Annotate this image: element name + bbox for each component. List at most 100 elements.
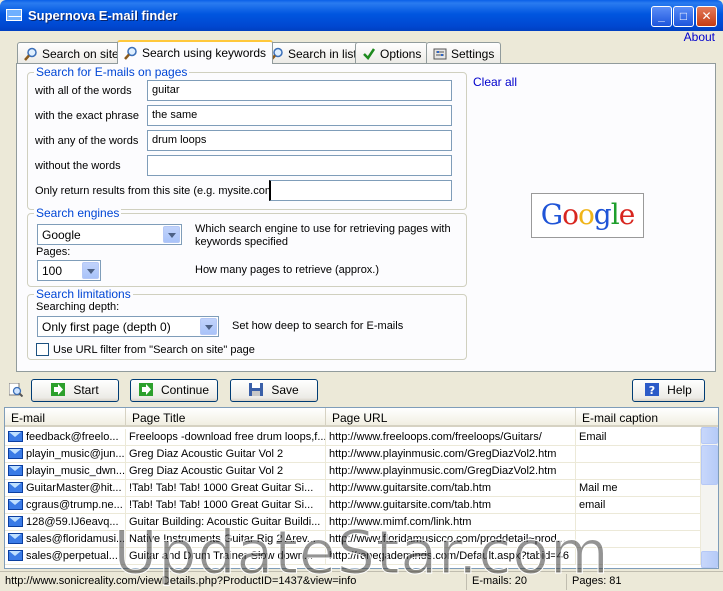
magnifier-icon [24,47,37,61]
help-icon: ? [645,383,660,396]
table-row[interactable]: feedback@freelo... Freeloops -download fr… [5,429,701,446]
checkmark-icon [363,48,376,60]
site-only-input[interactable] [269,180,452,201]
tab-search-on-site[interactable]: Search on site [17,42,126,63]
any-words-input[interactable]: drum loops [147,130,452,151]
settings-icon [433,48,447,60]
scroll-thumb[interactable] [701,445,718,485]
without-words-label: without the words [35,160,121,172]
envelope-icon [8,516,23,527]
tab-settings[interactable]: Settings [426,42,502,63]
floppy-disk-icon [249,383,264,396]
chevron-down-icon[interactable] [82,262,99,279]
table-row[interactable]: playin_music@jun... Greg Diaz Acoustic Gu… [5,446,701,463]
main-window: Supernova E-mail finder _ □ ✕ About Sear… [0,0,723,591]
page-url-cell: http://www.floridamusicco.com/proddetail… [326,531,576,548]
table-row[interactable]: GuitarMaster@hit... !Tab! Tab! Tab! 1000 … [5,480,701,497]
email-caption-cell: Mail me [576,480,701,497]
engine-select[interactable]: Google [37,224,182,245]
email-caption-cell [576,446,701,463]
scroll-down-button[interactable] [701,551,718,568]
title-bar[interactable]: Supernova E-mail finder _ □ ✕ [0,0,723,31]
pages-label: Pages: [36,246,71,258]
exact-phrase-input[interactable]: the same [147,105,452,126]
table-row[interactable]: sales@perpetual... Guitar and Drum Traine… [5,548,701,565]
email-caption-cell [576,463,701,480]
help-button[interactable]: ? Help [632,379,705,402]
column-header-email-caption[interactable]: E-mail caption [576,408,718,427]
arrow-right-icon [138,383,153,396]
email-cell: playin_music_dwn... [5,463,126,480]
email-caption-cell [576,548,701,565]
page-title-cell: Greg Diaz Acoustic Guitar Vol 2 [126,446,326,463]
group-title: Search for E-mails on pages [34,65,190,79]
depth-description: Set how deep to search for E-mails [232,320,404,332]
status-url: http://www.sonicreality.com/viewDetails.… [5,575,357,587]
page-title-cell: Freeloops -download free drum loops,f... [126,429,326,446]
save-button[interactable]: Save [230,379,318,402]
envelope-icon [8,431,23,442]
envelope-icon [8,465,23,476]
page-title-cell: Guitar Building: Acoustic Guitar Buildi.… [126,514,326,531]
results-table[interactable]: E-mail Page Title Page URL E-mail captio… [4,407,719,569]
page-title-cell: Guitar and Drum Trainer Slow down... [126,548,326,565]
all-words-input[interactable]: guitar [147,80,452,101]
status-pages-count: Pages: 81 [566,574,666,590]
table-row[interactable]: 128@59.IJ6eavq... Guitar Building: Acoust… [5,514,701,531]
email-cell: playin_music@jun... [5,446,126,463]
tab-search-in-list[interactable]: Search in list [263,42,364,63]
search-limitations-group: Search limitations Searching depth: Only… [27,287,467,360]
clear-all-link[interactable]: Clear all [473,75,517,89]
scroll-up-button[interactable] [701,427,718,444]
group-title: Search limitations [34,287,133,301]
tab-search-using-keywords[interactable]: Search using keywords [117,40,274,64]
url-filter-checkbox[interactable] [36,343,49,356]
arrow-right-icon [51,383,66,396]
chevron-down-icon[interactable] [200,318,217,335]
column-header-email[interactable]: E-mail [5,408,126,427]
envelope-icon [6,9,22,21]
maximize-button[interactable]: □ [673,6,694,27]
email-caption-cell [576,514,701,531]
email-cell: cgraus@trump.ne... [5,497,126,514]
search-pages-group: Search for E-mails on pages with all of … [27,65,467,210]
page-title-cell: !Tab! Tab! Tab! 1000 Great Guitar Si... [126,497,326,514]
magnifier-icon [124,46,137,60]
table-row[interactable]: sales@floridamusi... Native Instruments G… [5,531,701,548]
continue-button[interactable]: Continue [130,379,218,402]
email-cell: 128@59.IJ6eavq... [5,514,126,531]
depth-select[interactable]: Only first page (depth 0) [37,316,219,337]
google-logo: Google [531,193,644,238]
start-button[interactable]: Start [31,379,119,402]
site-only-label: Only return results from this site (e.g.… [35,185,278,197]
status-bar: http://www.sonicreality.com/viewDetails.… [0,571,723,591]
any-words-label: with any of the words [35,135,139,147]
column-header-page-title[interactable]: Page Title [126,408,326,427]
about-link[interactable]: About [684,30,715,44]
email-cell: GuitarMaster@hit... [5,480,126,497]
vertical-scrollbar[interactable] [701,427,718,568]
page-url-cell: http://www.playinmusic.com/GregDiazVol2.… [326,463,576,480]
pages-description: How many pages to retrieve (approx.) [195,264,380,276]
engine-description: Which search engine to use for retrievin… [195,223,451,248]
page-url-cell: http://www.freeloops.com/freeloops/Guita… [326,429,576,446]
table-row[interactable]: cgraus@trump.ne... !Tab! Tab! Tab! 1000 G… [5,497,701,514]
search-status-icon [9,383,23,397]
email-cell: sales@floridamusi... [5,531,126,548]
page-url-cell: http://www.guitarsite.com/tab.htm [326,497,576,514]
without-words-input[interactable] [147,155,452,176]
chevron-down-icon[interactable] [163,226,180,243]
all-words-label: with all of the words [35,85,132,97]
table-row[interactable]: playin_music_dwn... Greg Diaz Acoustic Gu… [5,463,701,480]
close-button[interactable]: ✕ [696,6,717,27]
page-title-cell: Greg Diaz Acoustic Guitar Vol 2 [126,463,326,480]
minimize-button[interactable]: _ [651,6,672,27]
svg-text:?: ? [649,384,655,396]
envelope-icon [8,482,23,493]
envelope-icon [8,550,23,561]
tab-options[interactable]: Options [355,42,429,63]
email-caption-cell [576,531,701,548]
url-filter-label: Use URL filter from "Search on site" pag… [53,344,255,356]
pages-select[interactable]: 100 [37,260,101,281]
column-header-page-url[interactable]: Page URL [326,408,576,427]
